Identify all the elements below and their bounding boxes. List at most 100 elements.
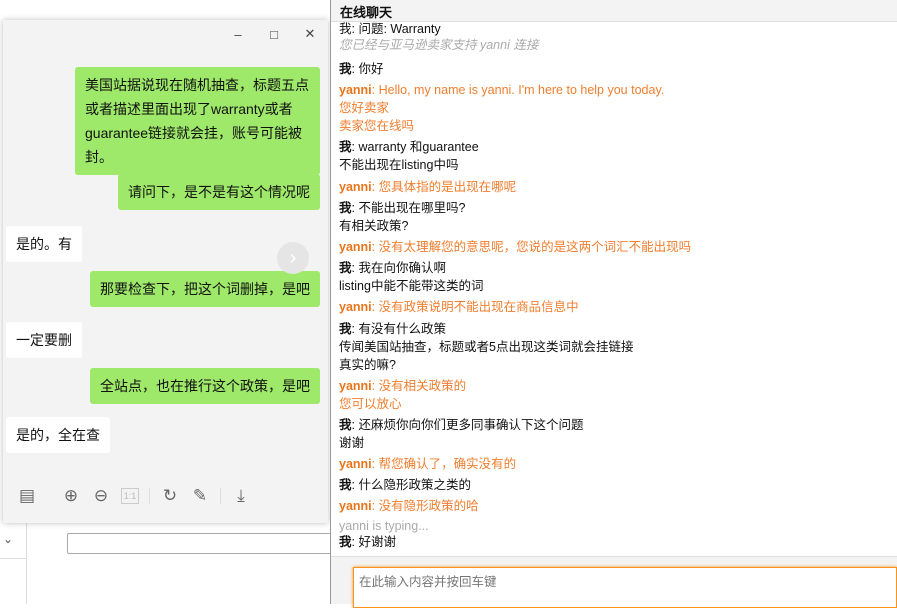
chat-message: 我: 好谢谢 — [339, 533, 897, 551]
chat-message: 我: 还麻烦你向你们更多同事确认下这个问题 谢谢 — [339, 416, 897, 452]
sender-name: 我 — [339, 417, 352, 432]
message-line: 我: 你好 — [339, 62, 384, 76]
message-text: warranty 和guarantee — [358, 140, 479, 155]
sender-name: yanni — [339, 457, 372, 472]
sender-name: yanni — [339, 179, 372, 194]
message-line: yanni: 没有太理解您的意思呢，您说的是这两个词汇不能出现吗 — [339, 239, 692, 254]
zoom-in-icon[interactable]: ⊕ — [61, 486, 81, 506]
message-line: yanni: 没有隐形政策的哈 — [339, 499, 479, 514]
message-line: 我: 好谢谢 — [339, 535, 396, 550]
message-line: 我: 不能出现在哪里吗? — [339, 200, 466, 215]
message-line: yanni: 没有政策说明不能出现在商品信息中 — [339, 300, 579, 315]
message-text: 没有太理解您的意思呢，您说的是这两个词汇不能出现吗 — [378, 239, 692, 254]
thumbnails-icon[interactable]: ▤ — [17, 486, 37, 506]
sender-name: 我 — [339, 478, 352, 493]
edit-pencil-icon[interactable]: ✎ — [190, 486, 210, 506]
actual-size-button[interactable]: 1:1 — [121, 487, 139, 504]
chat-message: 我: warranty 和guarantee 不能出现在listing中吗 — [339, 138, 897, 174]
divider — [220, 487, 221, 504]
message-text: 传闻美国站抽查，标题或者5点出现这类词就会挂链接 — [339, 339, 634, 354]
divider — [26, 523, 27, 604]
message-line: 我: warranty 和guarantee — [339, 140, 479, 155]
chat-message: yanni: Hello, my name is yanni. I'm here… — [339, 81, 897, 135]
message-line: 我: 还麻烦你向你们更多同事确认下这个问题 — [339, 417, 584, 432]
rotate-icon[interactable]: ↻ — [160, 486, 180, 506]
message-line: 我: 有没有什么政策 — [339, 321, 446, 336]
window-controls: – □ ✕ — [220, 20, 328, 48]
message-text: 帮您确认了，确实没有的 — [378, 457, 517, 472]
message-text: 有没有什么政策 — [358, 321, 446, 336]
divider — [149, 487, 150, 504]
message-text: listing中能不能带这类的词 — [339, 279, 484, 294]
chat-bubble: 那要检查下，把这个词删掉，是吧 — [90, 271, 320, 307]
chat-bubble: 一定要删 — [6, 322, 82, 358]
chat-message: yanni: 没有隐形政策的哈 — [339, 497, 897, 515]
input-area — [331, 556, 897, 608]
chat-message: yanni: 没有政策说明不能出现在商品信息中 — [339, 298, 897, 316]
sender-name: yanni — [339, 378, 372, 393]
sender-name: 我 — [339, 261, 352, 276]
message-line: 真实的嘛? — [339, 356, 897, 374]
chat-title: 在线聊天 — [331, 0, 897, 22]
close-icon[interactable]: ✕ — [292, 20, 328, 48]
divider — [0, 558, 26, 559]
sender-name: 我 — [339, 62, 352, 76]
maximize-icon[interactable]: □ — [256, 20, 292, 48]
message-text: 卖家您在线吗 — [339, 119, 415, 134]
chat-bubble: 是的。有 — [6, 226, 82, 262]
message-line: yanni: 没有相关政策的 — [339, 378, 467, 393]
next-image-button[interactable]: › — [277, 242, 309, 274]
chat-message: 我: 不能出现在哪里吗? 有相关政策? — [339, 199, 897, 235]
message-line: 有相关政策? — [339, 217, 897, 235]
message-line: 传闻美国站抽查，标题或者5点出现这类词就会挂链接 — [339, 338, 897, 356]
message-line: 您好卖家 — [339, 99, 897, 117]
typing-indicator: yanni is typing... — [339, 519, 429, 534]
sender-name: 我 — [339, 140, 352, 155]
live-chat-panel: 在线聊天 我: 问题: Warranty 您已经与亚马逊卖家支持 yanni 连… — [330, 0, 897, 608]
message-text: 您可以放心 — [339, 396, 402, 411]
message-text: 不能出现在哪里吗? — [358, 200, 466, 215]
chat-log[interactable]: 我: 问题: Warranty 您已经与亚马逊卖家支持 yanni 连接 我: … — [339, 22, 897, 556]
chat-bubble: 是的，全在查 — [6, 417, 110, 453]
message-line: yanni: 您具体指的是出现在哪呢 — [339, 179, 517, 194]
minimize-icon[interactable]: – — [220, 20, 256, 48]
background-input[interactable] — [67, 533, 337, 554]
sender-name: 我 — [339, 200, 352, 215]
sender-name: yanni — [339, 83, 372, 98]
message-line: yanni: 帮您确认了，确实没有的 — [339, 457, 517, 472]
system-message: 您已经与亚马逊卖家支持 yanni 连接 — [339, 38, 539, 52]
message-text: 不能出现在listing中吗 — [339, 158, 459, 173]
chat-message: 我: 有没有什么政策传闻美国站抽查，标题或者5点出现这类词就会挂链接 真实的嘛? — [339, 320, 897, 374]
message-input[interactable] — [353, 567, 897, 608]
message-line: 不能出现在listing中吗 — [339, 156, 897, 174]
chat-bubble: 全站点，也在推行这个政策，是吧 — [90, 368, 320, 404]
zoom-out-icon[interactable]: ⊖ — [91, 486, 111, 506]
message-text: 真实的嘛? — [339, 357, 396, 372]
chat-bubble: 美国站据说现在随机抽查，标题五点或者描述里面出现了warranty或者guara… — [75, 67, 320, 175]
message-line: 您可以放心 — [339, 395, 897, 413]
chat-message: 我: 你好 — [339, 60, 897, 78]
chat-bubble: 请问下，是不是有这个情况呢 — [118, 174, 320, 210]
chat-message: yanni: 您具体指的是出现在哪呢 — [339, 178, 897, 196]
sender-name: yanni — [339, 499, 372, 514]
image-viewer-window: – □ ✕ 美国站据说现在随机抽查，标题五点或者描述里面出现了warranty或… — [3, 20, 328, 523]
message-text: 没有政策说明不能出现在商品信息中 — [378, 300, 579, 315]
sender-name: 我 — [339, 321, 352, 336]
message-line: 卖家您在线吗 — [339, 117, 897, 135]
chat-message: yanni: 帮您确认了，确实没有的 — [339, 455, 897, 473]
message-text: 谢谢 — [339, 435, 365, 450]
message-line: listing中能不能带这类的词 — [339, 277, 897, 295]
message-line: 谢谢 — [339, 434, 897, 452]
message-text: 好谢谢 — [358, 535, 396, 550]
chevron-down-icon[interactable]: ⌄ — [3, 532, 13, 546]
message-line: yanni: Hello, my name is yanni. I'm here… — [339, 83, 665, 98]
chat-message: 我: 我在向你确认啊 listing中能不能带这类的词 — [339, 259, 897, 295]
download-icon[interactable]: ⤓ — [231, 486, 251, 506]
message-text: 您好卖家 — [339, 101, 390, 116]
sender-name: yanni — [339, 239, 372, 254]
sender-name: 我 — [339, 535, 352, 550]
message-text: 你好 — [358, 62, 384, 76]
message-text: 没有隐形政策的哈 — [378, 499, 479, 514]
message-text: 还麻烦你向你们更多同事确认下这个问题 — [358, 417, 584, 432]
chat-message: 我: 什么隐形政策之类的 — [339, 476, 897, 494]
